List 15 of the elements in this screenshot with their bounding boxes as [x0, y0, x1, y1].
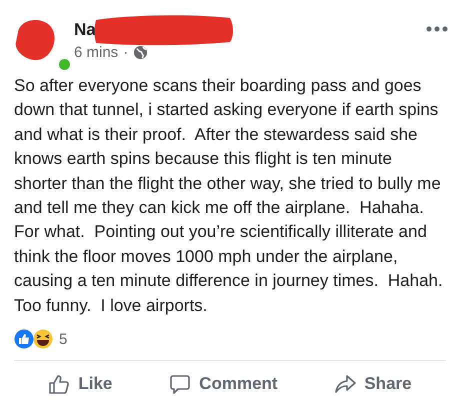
reaction-count[interactable]: 5 [59, 330, 68, 348]
like-reaction-icon [14, 329, 34, 349]
share-arrow-icon [334, 373, 356, 395]
globe-icon [133, 45, 148, 60]
more-options-icon[interactable] [426, 26, 448, 32]
like-button[interactable]: Like [42, 369, 118, 399]
thumbs-up-icon [48, 373, 70, 395]
share-button[interactable]: Share [328, 369, 418, 399]
laughing-emoji-icon [33, 329, 53, 349]
post-text: So after everyone scans their boarding pass and goes down that tunnel, i started asking everyone if earth spins and what is their proof. After the stewardess said she knows earth spins because this flight is ten minute shorter than the flight the other way, she tried to bully me and tell me they can kick me off the airplane. Hahaha. For what. Pointing out you’re scientifically illiterate and think the floor moves 1000 mph under the airplane, causing a ten minute difference in journey times. Hahah. Too funny. I love airports. [14, 75, 444, 314]
separator-dot: · [123, 44, 128, 61]
comment-button[interactable]: Comment [163, 369, 284, 399]
post-time[interactable]: 6 mins [74, 44, 118, 61]
speech-bubble-icon [169, 373, 192, 395]
author-name[interactable]: Na [74, 20, 96, 40]
